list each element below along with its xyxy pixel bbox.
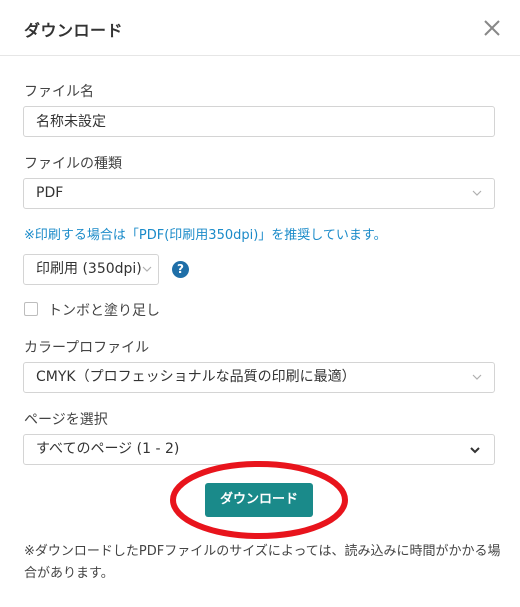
chevron-down-icon xyxy=(472,374,482,380)
color-profile-select[interactable]: CMYK（プロフェッショナルな品質の印刷に最適） xyxy=(23,362,495,393)
pages-select[interactable]: すべてのページ (1 - 2) xyxy=(23,434,495,465)
dialog-header: ダウンロード xyxy=(0,0,520,56)
filename-input[interactable] xyxy=(36,107,476,134)
pages-value: すべてのページ (1 - 2) xyxy=(36,441,180,457)
question-circle-icon[interactable]: ? xyxy=(172,261,189,278)
recommend-note: ※印刷する場合は「PDF(印刷用350dpi)」を推奨しています。 xyxy=(24,228,387,243)
download-button[interactable]: ダウンロード xyxy=(205,483,313,517)
bleed-checkbox[interactable] xyxy=(24,302,38,316)
color-profile-label: カラープロファイル xyxy=(24,340,150,356)
file-type-value: PDF xyxy=(36,185,64,201)
bleed-checkbox-label[interactable]: トンボと塗り足し xyxy=(48,300,160,320)
chevron-down-icon xyxy=(142,266,152,272)
footer-note: ※ダウンロードしたPDFファイルのサイズによっては、読み込みに時間がかかる場合が… xyxy=(24,544,501,581)
pdf-quality-value: 印刷用 (350dpi) xyxy=(36,261,142,277)
filename-label: ファイル名 xyxy=(24,84,94,100)
close-button[interactable] xyxy=(480,16,504,40)
file-type-label: ファイルの種類 xyxy=(24,156,122,172)
dialog-title: ダウンロード xyxy=(24,21,124,40)
download-dialog: ダウンロード ファイル名 ファイルの種類 PDF ※印刷する場合は「PDF(印刷… xyxy=(0,0,520,607)
file-type-select[interactable]: PDF xyxy=(23,178,495,209)
pdf-quality-select[interactable]: 印刷用 (350dpi) xyxy=(23,254,159,285)
chevron-down-icon xyxy=(472,190,482,196)
close-icon xyxy=(484,20,500,36)
chevron-down-icon xyxy=(470,447,480,454)
pages-label: ページを選択 xyxy=(24,412,108,428)
color-profile-value: CMYK（プロフェッショナルな品質の印刷に最適） xyxy=(36,369,356,385)
filename-field[interactable] xyxy=(23,106,495,137)
